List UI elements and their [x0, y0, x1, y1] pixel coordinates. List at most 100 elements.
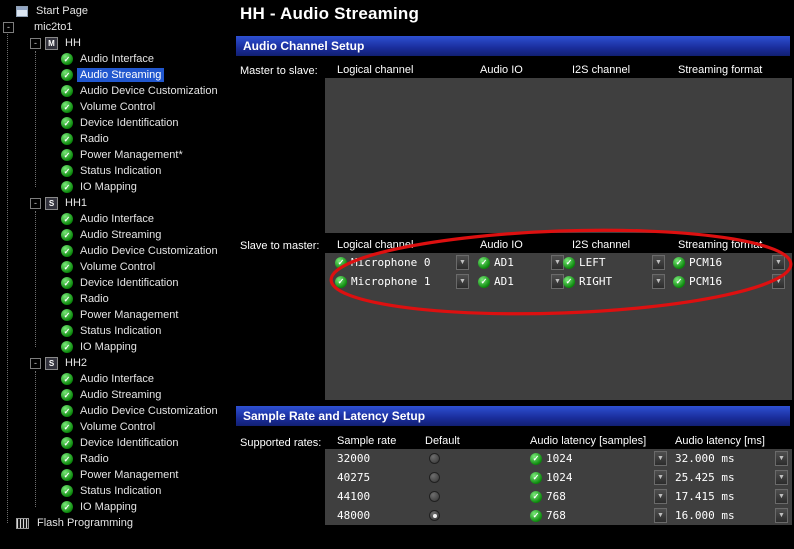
section-header-sample-rate-latency: Sample Rate and Latency Setup [236, 406, 790, 426]
tree-item-label[interactable]: Audio Device Customization [77, 244, 221, 258]
sample-rate-row: 40275 1024 ▼ 25.425 ms ▼ [325, 468, 792, 487]
cell-value: LEFT [579, 256, 606, 269]
check-icon [673, 256, 685, 269]
tree-item-label[interactable]: Audio Device Customization [77, 84, 221, 98]
node-type-badge: M [45, 36, 58, 50]
latency-ms-select: 32.000 ms ▼ [675, 451, 788, 466]
tree-item-label[interactable]: Device Identification [77, 436, 181, 450]
tree-item-label[interactable]: IO Mapping [77, 340, 140, 354]
tree-item-radio: Radio [0, 291, 232, 307]
cell-value: 1024 [546, 452, 573, 465]
tree-item-label[interactable]: Audio Interface [77, 372, 157, 386]
tree-item-label[interactable]: Status Indication [77, 484, 164, 498]
tree-item-label[interactable]: Audio Streaming [77, 388, 164, 402]
dropdown-arrow-button[interactable]: ▼ [772, 274, 785, 289]
tree-item-label[interactable]: Audio Interface [77, 52, 157, 66]
dropdown-arrow-button[interactable]: ▼ [654, 489, 667, 504]
latency-samples-select: 1024 ▼ [530, 470, 667, 485]
dropdown-arrow-button[interactable]: ▼ [652, 274, 665, 289]
cell-value: PCM16 [689, 256, 723, 269]
check-icon [61, 85, 73, 97]
check-icon [61, 405, 73, 417]
tree-item-label[interactable]: Audio Interface [77, 212, 157, 226]
column-header-logical-channel: Logical channel [337, 64, 414, 76]
tree-item-io-mapping: IO Mapping [0, 179, 232, 195]
tree-item-label[interactable]: Start Page [33, 4, 91, 18]
sample-rate-row: 44100 768 ▼ 17.415 ms ▼ [325, 487, 792, 506]
channel-row: Microphone 1 ▼ AD1▼ RIGHT ▼ PCM16 ▼ [325, 272, 792, 291]
master-to-slave-rows [325, 78, 792, 233]
collapse-expander-icon[interactable]: - [30, 37, 41, 49]
tree-item-label[interactable]: HH1 [62, 196, 90, 210]
tree-item-label[interactable]: Device Identification [77, 276, 181, 290]
cell-value: RIGHT [579, 275, 613, 288]
cell-value: Microphone 0 [351, 256, 431, 269]
dropdown-arrow-button[interactable]: ▼ [775, 470, 788, 485]
tree-item-volume-control: Volume Control [0, 259, 232, 275]
tree-item-label[interactable]: Audio Streaming [77, 68, 165, 82]
tree-item-label[interactable]: Volume Control [77, 420, 158, 434]
tree-item-label[interactable]: Volume Control [77, 100, 158, 114]
check-icon [61, 437, 73, 449]
column-header-streaming-format: Streaming format [678, 239, 763, 251]
tree-item-label[interactable]: IO Mapping [77, 180, 140, 194]
tree-item-audio-interface: Audio Interface [0, 51, 232, 67]
tree-item-label[interactable]: IO Mapping [77, 500, 140, 514]
tree-item-audio-streaming: Audio Streaming [0, 67, 232, 83]
dropdown-arrow-button[interactable]: ▼ [654, 470, 667, 485]
tree-item-label[interactable]: Audio Device Customization [77, 404, 221, 418]
collapse-expander-icon[interactable]: - [30, 357, 41, 369]
default-radio[interactable] [429, 453, 440, 464]
tree-item-label[interactable]: Radio [77, 292, 112, 306]
tree-item-label[interactable]: Flash Programming [34, 516, 136, 530]
latency-ms-select: 16.000 ms ▼ [675, 508, 788, 523]
supported-rates-label: Supported rates: [240, 437, 322, 449]
slave-to-master-rows: Microphone 0▼AD1▼LEFT▼PCM16▼Microphone 1… [325, 253, 792, 400]
tree-item-label[interactable]: Radio [77, 452, 112, 466]
slave-to-master-label: Slave to master: [240, 240, 320, 252]
dropdown-arrow-button[interactable]: ▼ [775, 489, 788, 504]
tree-item-audio-device-customization: Audio Device Customization [0, 403, 232, 419]
tree-item-start-page: Start Page [0, 3, 232, 19]
dropdown-arrow-button[interactable]: ▼ [654, 451, 667, 466]
dropdown-arrow-button[interactable]: ▼ [775, 508, 788, 523]
dropdown-arrow-button[interactable]: ▼ [456, 255, 469, 270]
dropdown-arrow-button[interactable]: ▼ [772, 255, 785, 270]
latency-ms-select: 25.425 ms ▼ [675, 470, 788, 485]
table-header-row: Logical channel Audio IO I2S channel Str… [325, 62, 792, 78]
dropdown-arrow-button[interactable]: ▼ [654, 508, 667, 523]
dropdown-arrow-button[interactable]: ▼ [775, 451, 788, 466]
i2s-channel-select: RIGHT ▼ [563, 274, 665, 289]
dropdown-arrow-button[interactable]: ▼ [652, 255, 665, 270]
tree-item-device-identification: Device Identification [0, 435, 232, 451]
tree-item-label[interactable]: Audio Streaming [77, 228, 164, 242]
tree-item-label[interactable]: Power Management* [77, 148, 186, 162]
check-icon [530, 509, 542, 522]
default-radio[interactable] [429, 472, 440, 483]
tree-item-label[interactable]: Volume Control [77, 260, 158, 274]
column-header-audio-io: Audio IO [480, 64, 523, 76]
check-icon [61, 293, 73, 305]
tree-item-label[interactable]: Device Identification [77, 116, 181, 130]
tree-item-label[interactable]: HH2 [62, 356, 90, 370]
tree-item-label[interactable]: Status Indication [77, 324, 164, 338]
master-to-slave-label: Master to slave: [240, 65, 318, 77]
collapse-expander-icon[interactable]: - [3, 21, 14, 33]
default-radio[interactable] [429, 491, 440, 502]
tree-item-label[interactable]: Status Indication [77, 164, 164, 178]
tree-item-label[interactable]: Power Management [77, 308, 181, 322]
audio-io-select: AD1▼ [478, 274, 564, 289]
check-icon [530, 471, 542, 484]
check-icon [61, 149, 73, 161]
tree-item-label[interactable]: mic2to1 [31, 20, 76, 34]
dropdown-arrow-button[interactable]: ▼ [456, 274, 469, 289]
tree-item-label[interactable]: Radio [77, 132, 112, 146]
tree-item-audio-streaming: Audio Streaming [0, 387, 232, 403]
streaming-format-select: PCM16 ▼ [673, 274, 785, 289]
default-radio[interactable] [429, 510, 440, 521]
tree-item-label[interactable]: Power Management [77, 468, 181, 482]
column-header-i2s-channel: I2S channel [572, 239, 631, 251]
tree-item-label[interactable]: HH [62, 36, 84, 50]
collapse-expander-icon[interactable]: - [30, 197, 41, 209]
logical-channel-select: Microphone 1 ▼ [335, 274, 469, 289]
